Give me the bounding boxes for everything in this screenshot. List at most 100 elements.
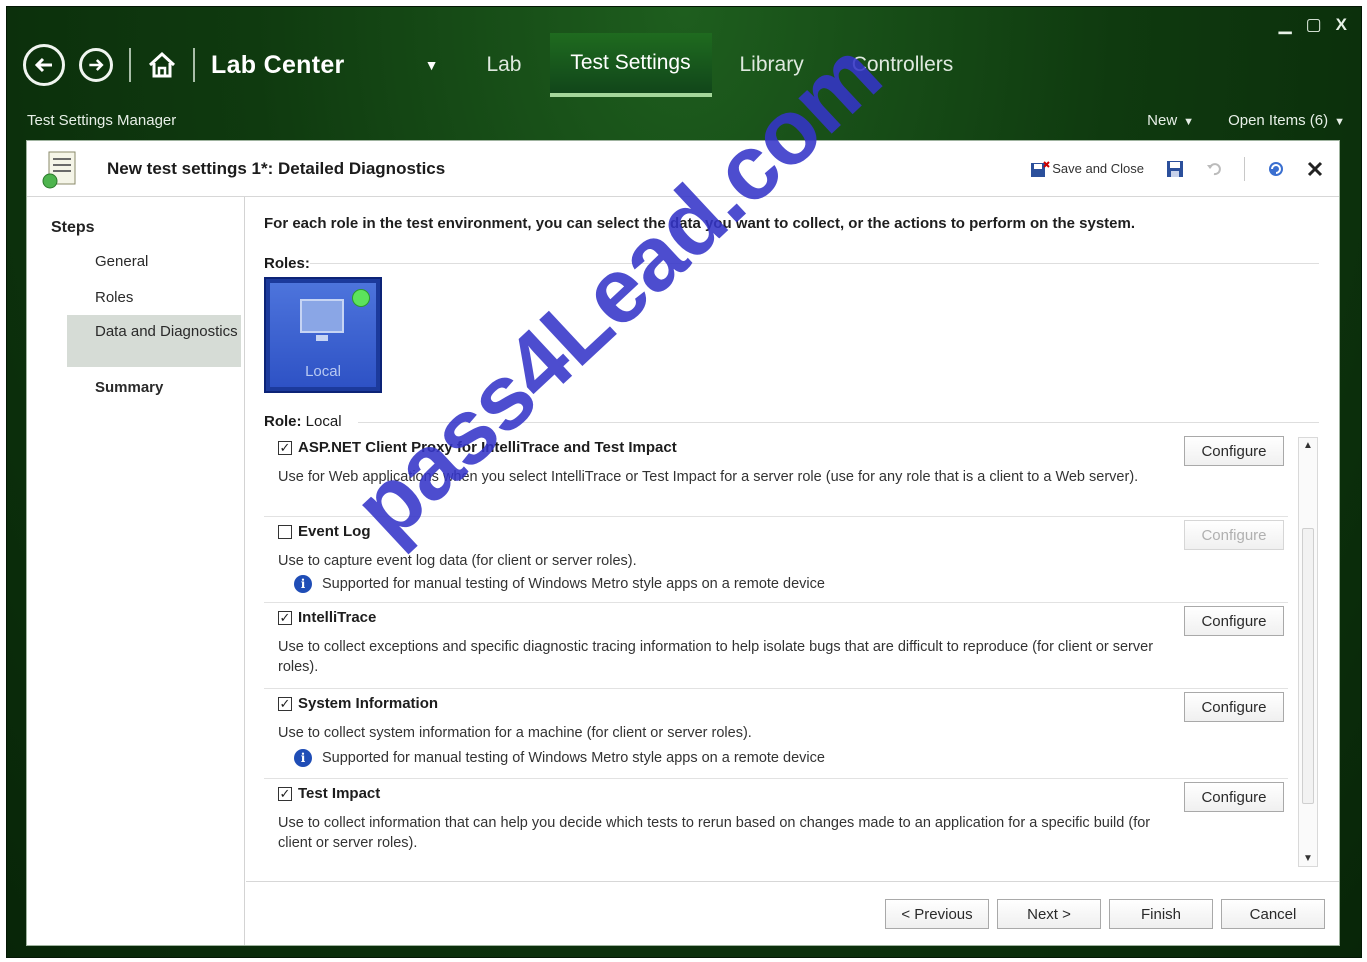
- role-tile-inner: Local: [270, 283, 376, 387]
- open-items-menu[interactable]: Open Items (6) ▼: [1228, 112, 1345, 129]
- configure-button[interactable]: Configure: [1184, 606, 1284, 636]
- adapter-checkbox[interactable]: [278, 524, 292, 539]
- adapter-checkbox[interactable]: ✓: [278, 610, 292, 625]
- list-item: ✓ ASP.NET Client Proxy for IntelliTrace …: [264, 433, 1288, 517]
- configure-button[interactable]: Configure: [1184, 520, 1284, 550]
- new-menu-label: New: [1147, 111, 1178, 129]
- next-button[interactable]: Next >: [997, 899, 1101, 929]
- nav-bar: Lab Center ▼ Lab Test Settings Library C…: [23, 33, 1345, 97]
- test-settings-document-icon: [42, 151, 76, 188]
- adapter-checkbox[interactable]: ✓: [278, 786, 292, 801]
- adapter-description: Use to collect system information for a …: [278, 725, 752, 741]
- app-title: Lab Center: [211, 50, 345, 79]
- step-data-and-diagnostics[interactable]: Data and Diagnostics: [67, 315, 241, 367]
- undo-icon[interactable]: [1206, 161, 1222, 177]
- adapter-header: ✓ IntelliTrace: [278, 609, 376, 626]
- adapter-header: ✓ ASP.NET Client Proxy for IntelliTrace …: [278, 439, 677, 456]
- tab-controllers[interactable]: Controllers: [832, 33, 974, 97]
- adapter-description: Use to collect exceptions and specific d…: [278, 639, 1154, 675]
- adapter-header: ✓ System Information: [278, 695, 438, 712]
- selected-role: Role: Local: [264, 413, 342, 430]
- computer-stand-icon: [316, 335, 328, 341]
- steps-sidebar: Steps General Roles Data and Diagnostics…: [27, 197, 245, 945]
- step-roles[interactable]: Roles: [67, 281, 241, 314]
- tab-test-settings[interactable]: Test Settings: [549, 33, 712, 97]
- list-item: ✓ IntelliTrace Use to collect exceptions…: [264, 603, 1288, 689]
- chevron-down-icon: ▼: [1183, 115, 1195, 128]
- configure-button[interactable]: Configure: [1184, 436, 1284, 466]
- save-and-close-label: Save and Close: [1052, 161, 1144, 176]
- test-settings-panel: New test settings 1*: Detailed Diagnosti…: [26, 140, 1340, 946]
- adapter-name: ASP.NET Client Proxy for IntelliTrace an…: [298, 439, 677, 456]
- vertical-scrollbar[interactable]: ▲ ▼: [1298, 437, 1318, 867]
- chevron-down-icon: ▼: [1334, 115, 1345, 128]
- divider: [246, 881, 1339, 882]
- adapter-header: Event Log: [278, 523, 371, 540]
- info-icon: i: [294, 575, 312, 593]
- save-and-close-button[interactable]: Save and Close: [1030, 160, 1144, 178]
- save-icon[interactable]: [1166, 160, 1184, 178]
- previous-button[interactable]: < Previous: [885, 899, 989, 929]
- finish-button[interactable]: Finish: [1109, 899, 1213, 929]
- adapter-name: Event Log: [298, 523, 371, 540]
- window-controls: ▁ ▢ X: [1279, 15, 1347, 35]
- panel-toolbar: Save and Close: [1030, 156, 1323, 181]
- adapter-description: Use to capture event log data (for clien…: [278, 553, 637, 569]
- forward-arrow-icon: [89, 59, 104, 71]
- open-items-label: Open Items (6): [1228, 111, 1329, 129]
- adapter-checkbox[interactable]: ✓: [278, 696, 292, 711]
- cancel-button[interactable]: Cancel: [1221, 899, 1325, 929]
- adapter-description: Use to collect information that can help…: [278, 815, 1151, 851]
- configure-button[interactable]: Configure: [1184, 692, 1284, 722]
- steps-title: Steps: [51, 219, 95, 236]
- main-content: For each role in the test environment, y…: [246, 197, 1339, 945]
- close-window-button[interactable]: X: [1336, 15, 1347, 35]
- forward-button[interactable]: [79, 48, 113, 82]
- divider: [310, 263, 1319, 264]
- save-close-icon: [1031, 160, 1050, 177]
- sub-bar-actions: New ▼ Open Items (6) ▼: [1147, 112, 1345, 129]
- computer-icon: [300, 299, 344, 333]
- tab-lab[interactable]: Lab: [466, 33, 541, 97]
- list-item: Event Log Use to capture event log data …: [264, 517, 1288, 603]
- adapter-checkbox[interactable]: ✓: [278, 440, 292, 455]
- maximize-button[interactable]: ▢: [1306, 15, 1322, 35]
- selected-role-label: Role:: [264, 413, 302, 430]
- sub-bar: Test Settings Manager New ▼ Open Items (6…: [27, 107, 1345, 133]
- info-icon: i: [294, 749, 312, 767]
- new-menu[interactable]: New ▼: [1147, 112, 1194, 129]
- adapter-name: Test Impact: [298, 785, 381, 802]
- role-tile-local[interactable]: Local: [264, 277, 382, 393]
- home-icon[interactable]: [147, 50, 177, 80]
- back-arrow-icon: [34, 57, 52, 73]
- scroll-up-icon[interactable]: ▲: [1299, 440, 1317, 451]
- adapter-name: System Information: [298, 695, 439, 712]
- nav-separator: [193, 48, 195, 82]
- support-note: i Supported for manual testing of Window…: [294, 749, 825, 767]
- scrollbar-thumb[interactable]: [1302, 528, 1314, 804]
- wizard-footer: < Previous Next > Finish Cancel: [885, 899, 1325, 929]
- status-online-icon: [352, 289, 370, 307]
- step-summary[interactable]: Summary: [67, 371, 241, 404]
- toolbar-separator: [1244, 156, 1245, 181]
- support-note-text: Supported for manual testing of Windows …: [322, 576, 825, 592]
- close-icon[interactable]: [1307, 161, 1323, 177]
- scroll-down-icon[interactable]: ▼: [1299, 853, 1317, 864]
- panel-header: New test settings 1*: Detailed Diagnosti…: [27, 141, 1339, 197]
- minimize-button[interactable]: ▁: [1279, 15, 1292, 35]
- chevron-down-icon[interactable]: ▼: [425, 57, 439, 73]
- support-note-text: Supported for manual testing of Windows …: [322, 750, 825, 766]
- panel-title: New test settings 1*: Detailed Diagnosti…: [107, 158, 446, 178]
- selected-role-value: Local: [305, 413, 342, 430]
- list-item: ✓ System Information Use to collect syst…: [264, 689, 1288, 779]
- adapter-header: ✓ Test Impact: [278, 785, 380, 802]
- tab-library[interactable]: Library: [720, 33, 824, 97]
- instructions-text: For each role in the test environment, y…: [264, 215, 1136, 232]
- step-general[interactable]: General: [67, 245, 241, 278]
- back-button[interactable]: [23, 44, 65, 86]
- support-note: i Supported for manual testing of Window…: [294, 575, 825, 593]
- refresh-icon[interactable]: [1267, 160, 1285, 178]
- configure-button[interactable]: Configure: [1184, 782, 1284, 812]
- section-title: Test Settings Manager: [27, 111, 177, 129]
- diagnostic-adapter-list: ✓ ASP.NET Client Proxy for IntelliTrace …: [264, 433, 1292, 869]
